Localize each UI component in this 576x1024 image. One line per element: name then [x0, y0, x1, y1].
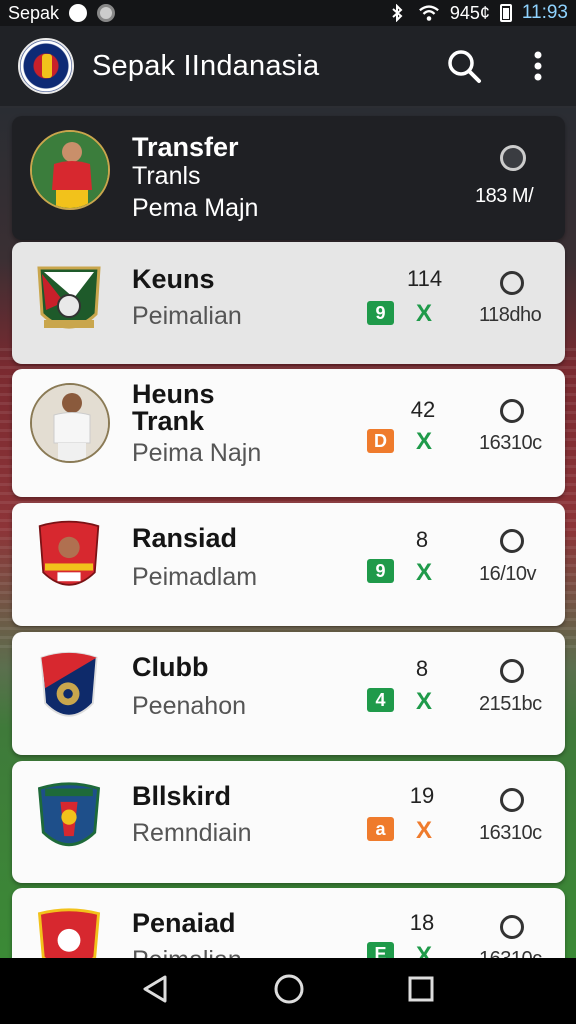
row-badge: 9: [367, 301, 394, 325]
club-crest-icon: [40, 651, 98, 717]
status-carrier: Sepak: [8, 2, 60, 23]
more-vert-icon: [534, 51, 542, 81]
list-item[interactable]: Heuns Trank Peima Najn 42 D X 16310c: [12, 369, 565, 497]
row-title: Penaiad: [132, 908, 236, 938]
player-avatar: [30, 383, 110, 463]
overflow-menu-button[interactable]: [518, 46, 558, 86]
row-meta: 16310c: [479, 432, 542, 454]
system-nav-bar: [0, 958, 576, 1024]
row-title: Clubb: [132, 652, 209, 682]
bluetooth-icon: [386, 4, 408, 22]
club-crest-icon: [37, 782, 101, 846]
row-subtitle: Peenahon: [132, 692, 247, 720]
row-title: Ransiad: [132, 523, 238, 553]
row-meta: 2151bc: [479, 693, 542, 715]
row-subtitle: Remndiain: [132, 819, 252, 847]
row-number: 8: [415, 527, 429, 552]
row-subtitle: Peimalian: [132, 302, 242, 330]
app-logo: [18, 38, 74, 94]
recents-square-icon: [408, 976, 434, 1001]
status-bar: Sepak 945¢ 11:93: [0, 0, 576, 26]
featured-card[interactable]: Transfer Tranls Pema Majn 183 M/: [12, 116, 565, 240]
row-x[interactable]: X: [416, 817, 432, 845]
row-radio[interactable]: [500, 915, 524, 939]
club-crest-icon: [37, 266, 101, 329]
row-radio[interactable]: [500, 788, 524, 812]
notification-app-icon-2: [97, 4, 116, 22]
row-title: Bllskird: [132, 781, 232, 811]
row-badge: D: [367, 429, 394, 453]
wifi-icon: [418, 4, 440, 22]
row-badge: 4: [367, 688, 394, 712]
row-title: Heuns Trank: [132, 379, 215, 436]
featured-line3: Pema Majn: [132, 194, 259, 222]
row-number: 8: [415, 656, 429, 681]
nav-recents-button[interactable]: [407, 975, 435, 1008]
list-item[interactable]: Bllskird Remndiain 19 a X 16310c: [12, 761, 565, 883]
list-item[interactable]: Keuns Peimalian 114 9 X 118dho: [12, 242, 565, 364]
nav-home-button[interactable]: [273, 973, 305, 1010]
search-button[interactable]: [444, 46, 484, 86]
row-radio[interactable]: [500, 529, 524, 553]
row-meta: 16/10v: [479, 563, 537, 585]
nav-back-button[interactable]: [141, 974, 171, 1009]
row-title: Keuns: [132, 264, 215, 294]
row-x[interactable]: X: [416, 688, 432, 716]
back-triangle-icon: [143, 975, 167, 1002]
list-item[interactable]: Ransiad Peimadlam 8 9 X 16/10v: [12, 503, 565, 626]
featured-line2: Tranls: [132, 162, 201, 190]
row-number: 42: [410, 397, 436, 422]
club-crest-icon: [38, 520, 100, 586]
battery-icon: [499, 4, 512, 22]
row-radio[interactable]: [500, 399, 524, 423]
row-subtitle: Peimadlam: [132, 563, 258, 591]
clock: 11:93: [521, 2, 568, 23]
row-number: 18: [409, 910, 435, 935]
row-number: 114: [407, 266, 443, 291]
row-meta: 118dho: [479, 304, 542, 326]
player-avatar: [30, 130, 110, 210]
featured-meta: 183 M/: [475, 185, 534, 207]
row-number: 19: [409, 783, 435, 808]
row-radio[interactable]: [500, 659, 524, 683]
search-icon: [448, 50, 481, 83]
notification-app-icon: [69, 4, 88, 22]
row-subtitle: Peima Najn: [132, 439, 262, 467]
app-bar: Sepak IIndanasia: [0, 26, 576, 108]
row-x[interactable]: X: [416, 428, 432, 456]
row-x[interactable]: X: [416, 300, 432, 328]
app-title: Sepak IIndanasia: [92, 49, 320, 82]
featured-radio[interactable]: [500, 145, 526, 171]
row-radio[interactable]: [500, 271, 524, 295]
row-badge: 9: [367, 559, 394, 583]
home-circle-icon: [274, 974, 304, 1003]
list-item[interactable]: Clubb Peenahon 8 4 X 2151bc: [12, 632, 565, 755]
row-meta: 16310c: [479, 822, 542, 844]
battery-percent: 945¢: [449, 2, 490, 23]
row-x[interactable]: X: [416, 559, 432, 587]
featured-title: Transfer: [132, 132, 239, 162]
row-badge: a: [367, 817, 394, 841]
